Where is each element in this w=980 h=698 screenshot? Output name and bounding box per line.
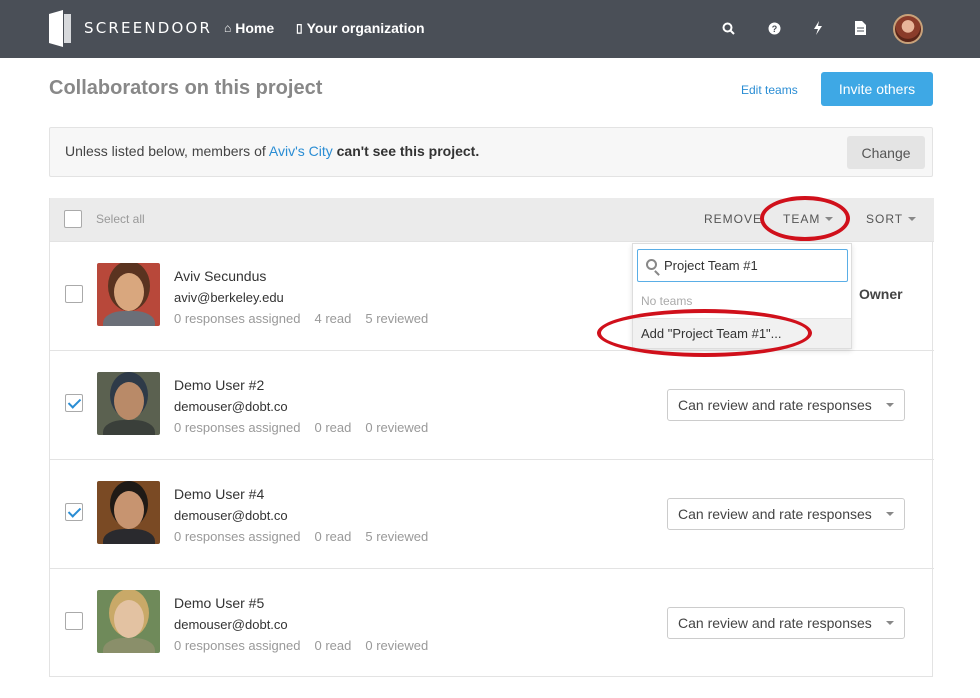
remove-label: REMOVE xyxy=(704,212,763,226)
collaborator-stats: 0 responses assigned 0 read 0 reviewed xyxy=(174,638,442,653)
bolt-icon[interactable] xyxy=(808,18,828,38)
nav-organization-link[interactable]: ▯ Your organization xyxy=(296,20,425,36)
reviewed-count: 0 reviewed xyxy=(365,420,429,435)
avatar xyxy=(97,590,160,653)
collaborator-email: aviv@berkeley.edu xyxy=(174,290,284,305)
organization-link[interactable]: Aviv's City xyxy=(269,143,333,159)
assigned-count: 0 responses assigned xyxy=(174,311,301,326)
chevron-down-icon xyxy=(886,403,894,407)
read-count: 0 read xyxy=(314,420,352,435)
team-label: TEAM xyxy=(783,212,821,226)
collaborator-stats: 0 responses assigned 0 read 5 reviewed xyxy=(174,529,442,544)
notice-text: Unless listed below, members of Aviv's C… xyxy=(65,143,479,159)
reviewed-count: 5 reviewed xyxy=(365,529,429,544)
select-all-checkbox[interactable] xyxy=(64,210,82,228)
select-all-label[interactable]: Select all xyxy=(96,212,145,226)
avatar-body xyxy=(103,420,155,435)
row-checkbox[interactable] xyxy=(65,503,83,521)
no-teams-message: No teams xyxy=(641,294,693,308)
collaborator-row: Demo User #5 demouser@dobt.co 0 response… xyxy=(50,568,934,677)
add-team-option[interactable]: Add "Project Team #1"... xyxy=(633,318,851,348)
assigned-count: 0 responses assigned xyxy=(174,529,301,544)
assigned-count: 0 responses assigned xyxy=(174,638,301,653)
collaborator-row: Demo User #4 demouser@dobt.co 0 response… xyxy=(50,459,934,568)
team-search-input[interactable]: Project Team #1 xyxy=(637,249,848,282)
collaborator-stats: 0 responses assigned 4 read 5 reviewed xyxy=(174,311,442,326)
collaborator-name: Demo User #4 xyxy=(174,486,265,502)
edit-teams-link[interactable]: Edit teams xyxy=(741,83,798,97)
permission-select[interactable]: Can review and rate responses xyxy=(667,498,905,530)
row-checkbox[interactable] xyxy=(65,285,83,303)
avatar-body xyxy=(103,638,155,653)
sort-label: SORT xyxy=(866,212,904,226)
row-checkbox[interactable] xyxy=(65,394,83,412)
screendoor-logo-icon[interactable] xyxy=(49,10,71,47)
change-button[interactable]: Change xyxy=(847,136,925,169)
chevron-down-icon xyxy=(825,217,834,221)
owner-role-label: Owner xyxy=(859,286,903,302)
avatar-face xyxy=(114,382,144,420)
avatar-face xyxy=(114,491,144,529)
team-dropdown-button[interactable]: TEAM xyxy=(783,212,834,226)
avatar-face xyxy=(114,273,144,311)
nav-home-link[interactable]: ⌂ Home xyxy=(224,20,274,36)
svg-text:?: ? xyxy=(771,24,777,34)
permission-value: Can review and rate responses xyxy=(678,615,872,631)
permission-select[interactable]: Can review and rate responses xyxy=(667,389,905,421)
collaborator-name: Demo User #2 xyxy=(174,377,265,393)
reviewed-count: 0 reviewed xyxy=(365,638,429,653)
page-title: Collaborators on this project xyxy=(49,77,323,99)
collaborator-email: demouser@dobt.co xyxy=(174,617,288,632)
reviewed-count: 5 reviewed xyxy=(365,311,429,326)
nav-home-label: Home xyxy=(235,20,275,36)
chevron-down-icon xyxy=(908,217,917,221)
nav-organization-label: Your organization xyxy=(306,20,425,36)
permission-value: Can review and rate responses xyxy=(678,506,872,522)
permission-select[interactable]: Can review and rate responses xyxy=(667,607,905,639)
search-icon[interactable] xyxy=(718,18,738,38)
sort-dropdown-button[interactable]: SORT xyxy=(866,212,917,226)
permission-value: Can review and rate responses xyxy=(678,397,872,413)
list-header: Select all REMOVE TEAM SORT xyxy=(50,198,934,241)
building-icon: ▯ xyxy=(296,21,303,35)
chevron-down-icon xyxy=(886,621,894,625)
avatar xyxy=(97,481,160,544)
home-icon: ⌂ xyxy=(224,21,232,35)
collaborator-email: demouser@dobt.co xyxy=(174,399,288,414)
team-search-value: Project Team #1 xyxy=(664,258,758,273)
read-count: 4 read xyxy=(314,311,352,326)
team-dropdown-menu: Project Team #1 No teams Add "Project Te… xyxy=(632,243,852,349)
read-count: 0 read xyxy=(314,638,352,653)
chevron-down-icon xyxy=(886,512,894,516)
notice-prefix: Unless listed below, members of xyxy=(65,143,269,159)
document-icon[interactable] xyxy=(850,18,870,38)
search-icon xyxy=(646,259,657,270)
collaborator-row: Demo User #2 demouser@dobt.co 0 response… xyxy=(50,350,934,459)
avatar-face xyxy=(114,600,144,638)
user-avatar[interactable] xyxy=(893,14,923,44)
remove-button[interactable]: REMOVE xyxy=(704,212,762,226)
collaborator-email: demouser@dobt.co xyxy=(174,508,288,523)
collaborator-name: Demo User #5 xyxy=(174,595,265,611)
invite-others-button[interactable]: Invite others xyxy=(821,72,933,106)
collaborator-stats: 0 responses assigned 0 read 0 reviewed xyxy=(174,420,442,435)
row-checkbox[interactable] xyxy=(65,612,83,630)
avatar xyxy=(97,263,160,326)
notice-suffix: can't see this project. xyxy=(332,143,480,159)
avatar xyxy=(97,372,160,435)
brand-name[interactable]: SCREENDOOR xyxy=(84,19,212,37)
avatar-body xyxy=(103,311,155,326)
collaborator-name: Aviv Secundus xyxy=(174,268,267,284)
avatar-body xyxy=(103,529,155,544)
assigned-count: 0 responses assigned xyxy=(174,420,301,435)
read-count: 0 read xyxy=(314,529,352,544)
visibility-notice: Unless listed below, members of Aviv's C… xyxy=(49,127,933,177)
top-nav: SCREENDOOR ⌂ Home ▯ Your organization ? xyxy=(0,0,980,58)
help-icon[interactable]: ? xyxy=(764,18,784,38)
